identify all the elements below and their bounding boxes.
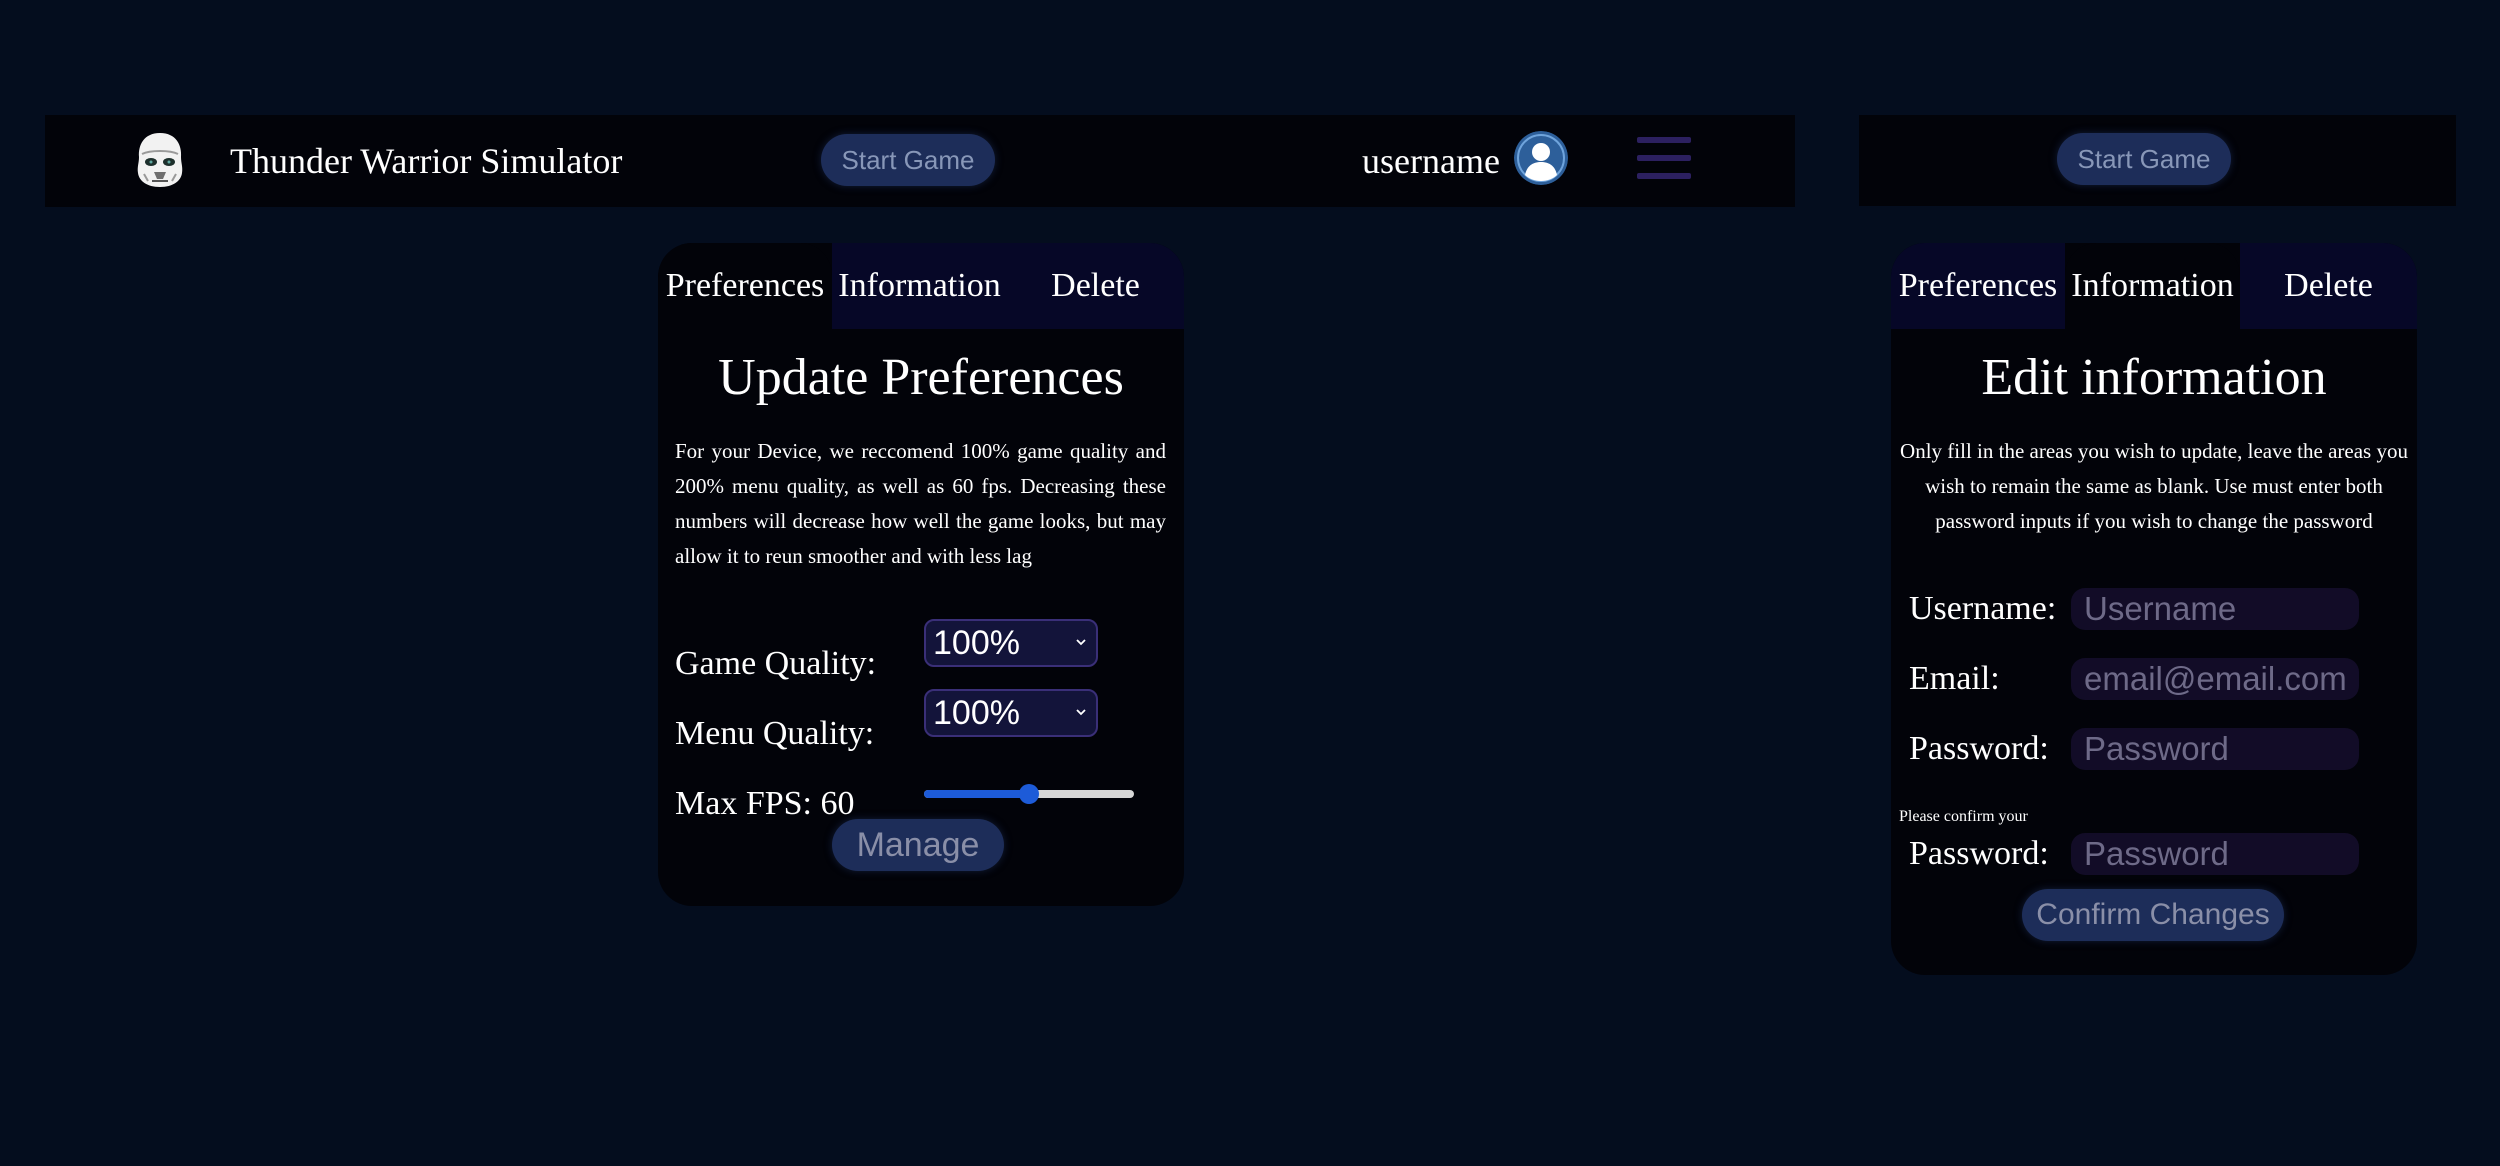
tab-bar: Preferences Information Delete bbox=[658, 243, 1184, 329]
tab-delete[interactable]: Delete bbox=[1007, 243, 1184, 329]
max-fps-label: Max FPS: 60 bbox=[675, 785, 855, 822]
hamburger-menu-icon[interactable] bbox=[1637, 136, 1691, 180]
tab-information[interactable]: Information bbox=[2065, 243, 2240, 329]
username-field[interactable]: Username bbox=[2071, 588, 2359, 630]
email-field-label: Email: bbox=[1909, 660, 2000, 697]
user-avatar-icon[interactable] bbox=[1514, 131, 1568, 185]
start-game-button[interactable]: Start Game bbox=[821, 134, 995, 186]
chevron-down-icon bbox=[1076, 639, 1086, 646]
username-field-label: Username: bbox=[1909, 590, 2057, 627]
menu-quality-value: 100% bbox=[933, 694, 1020, 732]
manage-button[interactable]: Manage bbox=[832, 819, 1004, 871]
main-navbar: Thunder Warrior Simulator Start Game use… bbox=[45, 115, 1795, 207]
game-quality-value: 100% bbox=[933, 624, 1020, 662]
panel-heading: Update Preferences bbox=[718, 349, 1124, 406]
stormtrooper-helmet-icon[interactable] bbox=[130, 129, 190, 191]
panel-heading: Edit information bbox=[1981, 349, 2327, 406]
chevron-down-icon bbox=[1076, 709, 1086, 716]
email-field[interactable]: email@email.com bbox=[2071, 658, 2359, 700]
confirm-password-field[interactable]: Password bbox=[2071, 833, 2359, 875]
confirm-changes-button[interactable]: Confirm Changes bbox=[2022, 889, 2284, 941]
username-label[interactable]: username bbox=[1362, 137, 1500, 185]
game-quality-select[interactable]: 100% bbox=[924, 619, 1098, 667]
game-quality-label: Game Quality: bbox=[675, 645, 877, 682]
start-game-button[interactable]: Start Game bbox=[2057, 133, 2231, 185]
tab-information[interactable]: Information bbox=[832, 243, 1007, 329]
menu-quality-select[interactable]: 100% bbox=[924, 689, 1098, 737]
tab-preferences[interactable]: Preferences bbox=[1891, 243, 2065, 329]
preferences-description: For your Device, we reccomend 100% game … bbox=[675, 439, 1166, 568]
slider-fill bbox=[924, 790, 1029, 798]
information-panel: Preferences Information Delete Edit info… bbox=[1891, 243, 2417, 975]
password-field-label: Password: bbox=[1909, 730, 2049, 767]
confirm-password-field-label: Password: bbox=[1909, 835, 2049, 872]
tab-bar: Preferences Information Delete bbox=[1891, 243, 2417, 329]
menu-quality-label: Menu Quality: bbox=[675, 715, 875, 752]
tab-preferences[interactable]: Preferences bbox=[658, 243, 832, 329]
secondary-navbar: Start Game bbox=[1859, 115, 2456, 206]
max-fps-slider[interactable] bbox=[924, 783, 1134, 805]
information-description: Only fill in the areas you wish to updat… bbox=[1900, 439, 2408, 533]
preferences-panel: Preferences Information Delete Update Pr… bbox=[658, 243, 1184, 906]
slider-thumb[interactable] bbox=[1019, 784, 1039, 804]
password-field[interactable]: Password bbox=[2071, 728, 2359, 770]
app-title: Thunder Warrior Simulator bbox=[230, 141, 623, 181]
confirm-password-note: Please confirm your bbox=[1899, 808, 2028, 825]
tab-delete[interactable]: Delete bbox=[2240, 243, 2417, 329]
